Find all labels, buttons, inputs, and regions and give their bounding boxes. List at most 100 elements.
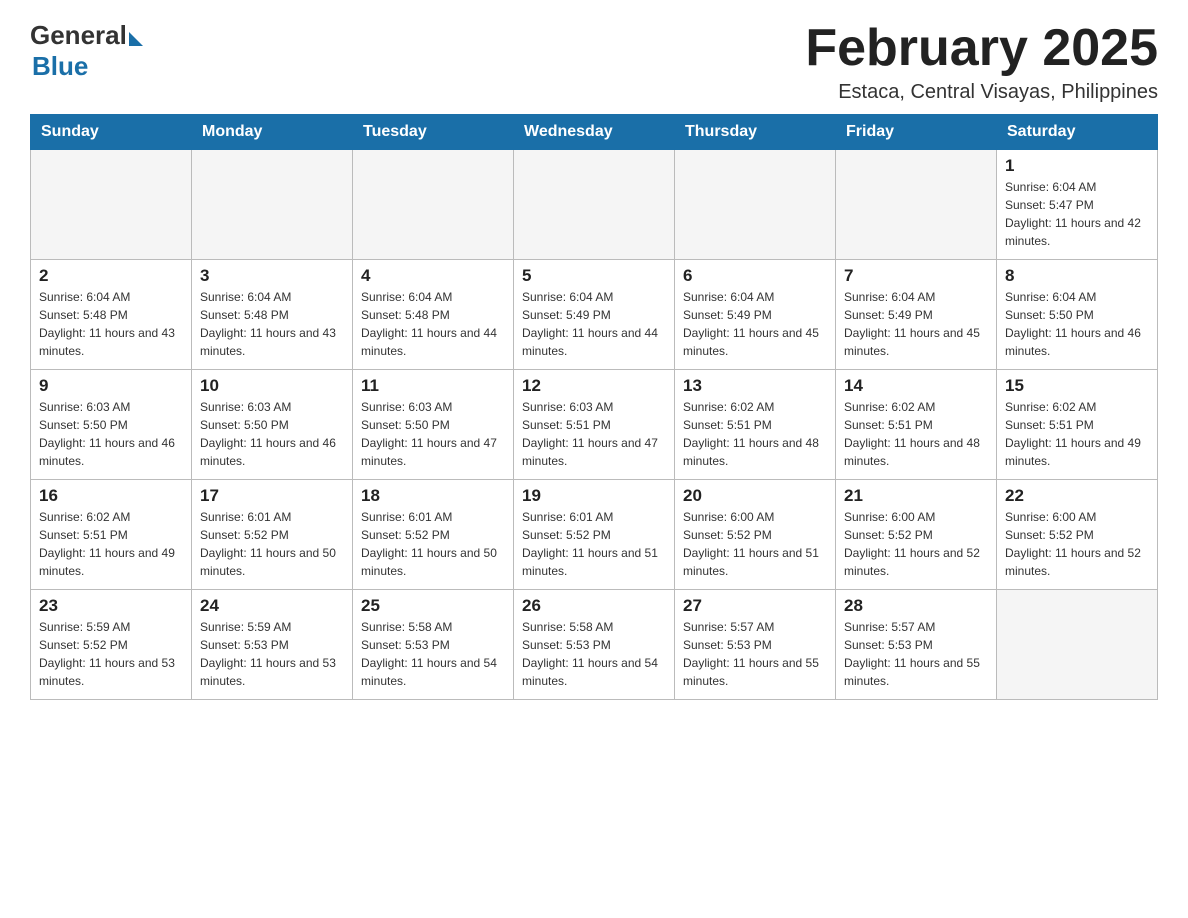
day-number: 9 <box>39 376 183 396</box>
calendar-cell: 21Sunrise: 6:00 AMSunset: 5:52 PMDayligh… <box>836 480 997 590</box>
day-number: 25 <box>361 596 505 616</box>
day-header-friday: Friday <box>836 115 997 150</box>
page-header: General Blue February 2025 Estaca, Centr… <box>30 20 1158 104</box>
calendar-header: SundayMondayTuesdayWednesdayThursdayFrid… <box>31 115 1158 150</box>
day-number: 28 <box>844 596 988 616</box>
day-info: Sunrise: 6:03 AMSunset: 5:50 PMDaylight:… <box>39 398 183 470</box>
day-number: 19 <box>522 486 666 506</box>
calendar-cell <box>675 150 836 260</box>
logo-group: General Blue <box>30 20 143 82</box>
day-info: Sunrise: 5:59 AMSunset: 5:53 PMDaylight:… <box>200 618 344 690</box>
calendar-cell: 8Sunrise: 6:04 AMSunset: 5:50 PMDaylight… <box>997 260 1158 370</box>
calendar-cell: 27Sunrise: 5:57 AMSunset: 5:53 PMDayligh… <box>675 590 836 700</box>
calendar-cell: 2Sunrise: 6:04 AMSunset: 5:48 PMDaylight… <box>31 260 192 370</box>
calendar-cell: 18Sunrise: 6:01 AMSunset: 5:52 PMDayligh… <box>353 480 514 590</box>
day-number: 21 <box>844 486 988 506</box>
calendar-cell: 25Sunrise: 5:58 AMSunset: 5:53 PMDayligh… <box>353 590 514 700</box>
day-number: 8 <box>1005 266 1149 286</box>
calendar-cell: 23Sunrise: 5:59 AMSunset: 5:52 PMDayligh… <box>31 590 192 700</box>
day-header-wednesday: Wednesday <box>514 115 675 150</box>
day-info: Sunrise: 6:01 AMSunset: 5:52 PMDaylight:… <box>200 508 344 580</box>
day-number: 13 <box>683 376 827 396</box>
calendar-cell <box>836 150 997 260</box>
day-header-monday: Monday <box>192 115 353 150</box>
day-number: 18 <box>361 486 505 506</box>
day-info: Sunrise: 6:04 AMSunset: 5:49 PMDaylight:… <box>683 288 827 360</box>
day-info: Sunrise: 5:57 AMSunset: 5:53 PMDaylight:… <box>844 618 988 690</box>
calendar-cell: 26Sunrise: 5:58 AMSunset: 5:53 PMDayligh… <box>514 590 675 700</box>
calendar-cell: 24Sunrise: 5:59 AMSunset: 5:53 PMDayligh… <box>192 590 353 700</box>
calendar-cell: 6Sunrise: 6:04 AMSunset: 5:49 PMDaylight… <box>675 260 836 370</box>
calendar-cell <box>192 150 353 260</box>
day-number: 20 <box>683 486 827 506</box>
calendar-cell: 5Sunrise: 6:04 AMSunset: 5:49 PMDaylight… <box>514 260 675 370</box>
day-number: 3 <box>200 266 344 286</box>
calendar-cell <box>997 590 1158 700</box>
day-info: Sunrise: 6:04 AMSunset: 5:48 PMDaylight:… <box>361 288 505 360</box>
day-number: 10 <box>200 376 344 396</box>
day-info: Sunrise: 6:04 AMSunset: 5:49 PMDaylight:… <box>522 288 666 360</box>
day-header-sunday: Sunday <box>31 115 192 150</box>
calendar-table: SundayMondayTuesdayWednesdayThursdayFrid… <box>30 114 1158 700</box>
day-number: 4 <box>361 266 505 286</box>
day-number: 17 <box>200 486 344 506</box>
day-info: Sunrise: 6:00 AMSunset: 5:52 PMDaylight:… <box>844 508 988 580</box>
day-number: 22 <box>1005 486 1149 506</box>
day-number: 16 <box>39 486 183 506</box>
calendar-cell: 7Sunrise: 6:04 AMSunset: 5:49 PMDaylight… <box>836 260 997 370</box>
calendar-title: February 2025 <box>805 20 1158 77</box>
calendar-cell <box>353 150 514 260</box>
day-number: 15 <box>1005 376 1149 396</box>
day-info: Sunrise: 6:03 AMSunset: 5:50 PMDaylight:… <box>361 398 505 470</box>
calendar-cell: 19Sunrise: 6:01 AMSunset: 5:52 PMDayligh… <box>514 480 675 590</box>
day-info: Sunrise: 6:00 AMSunset: 5:52 PMDaylight:… <box>683 508 827 580</box>
day-number: 7 <box>844 266 988 286</box>
calendar-cell: 16Sunrise: 6:02 AMSunset: 5:51 PMDayligh… <box>31 480 192 590</box>
calendar-cell: 9Sunrise: 6:03 AMSunset: 5:50 PMDaylight… <box>31 370 192 480</box>
calendar-cell <box>514 150 675 260</box>
calendar-cell: 13Sunrise: 6:02 AMSunset: 5:51 PMDayligh… <box>675 370 836 480</box>
calendar-cell: 20Sunrise: 6:00 AMSunset: 5:52 PMDayligh… <box>675 480 836 590</box>
calendar-cell: 4Sunrise: 6:04 AMSunset: 5:48 PMDaylight… <box>353 260 514 370</box>
days-header-row: SundayMondayTuesdayWednesdayThursdayFrid… <box>31 115 1158 150</box>
day-number: 11 <box>361 376 505 396</box>
calendar-week-row: 16Sunrise: 6:02 AMSunset: 5:51 PMDayligh… <box>31 480 1158 590</box>
calendar-cell: 11Sunrise: 6:03 AMSunset: 5:50 PMDayligh… <box>353 370 514 480</box>
day-info: Sunrise: 5:57 AMSunset: 5:53 PMDaylight:… <box>683 618 827 690</box>
day-info: Sunrise: 6:01 AMSunset: 5:52 PMDaylight:… <box>361 508 505 580</box>
day-info: Sunrise: 6:04 AMSunset: 5:50 PMDaylight:… <box>1005 288 1149 360</box>
calendar-cell: 10Sunrise: 6:03 AMSunset: 5:50 PMDayligh… <box>192 370 353 480</box>
day-number: 5 <box>522 266 666 286</box>
calendar-cell: 1Sunrise: 6:04 AMSunset: 5:47 PMDaylight… <box>997 150 1158 260</box>
calendar-week-row: 23Sunrise: 5:59 AMSunset: 5:52 PMDayligh… <box>31 590 1158 700</box>
day-number: 2 <box>39 266 183 286</box>
day-number: 24 <box>200 596 344 616</box>
day-info: Sunrise: 5:58 AMSunset: 5:53 PMDaylight:… <box>361 618 505 690</box>
logo: General Blue <box>30 20 143 82</box>
day-header-tuesday: Tuesday <box>353 115 514 150</box>
day-info: Sunrise: 6:02 AMSunset: 5:51 PMDaylight:… <box>844 398 988 470</box>
day-number: 1 <box>1005 156 1149 176</box>
day-header-saturday: Saturday <box>997 115 1158 150</box>
day-info: Sunrise: 5:59 AMSunset: 5:52 PMDaylight:… <box>39 618 183 690</box>
calendar-cell <box>31 150 192 260</box>
day-number: 26 <box>522 596 666 616</box>
day-info: Sunrise: 6:02 AMSunset: 5:51 PMDaylight:… <box>39 508 183 580</box>
calendar-subtitle: Estaca, Central Visayas, Philippines <box>805 81 1158 104</box>
day-number: 23 <box>39 596 183 616</box>
logo-blue-text: Blue <box>32 51 143 82</box>
logo-triangle-icon <box>129 32 143 46</box>
calendar-cell: 22Sunrise: 6:00 AMSunset: 5:52 PMDayligh… <box>997 480 1158 590</box>
day-number: 14 <box>844 376 988 396</box>
day-info: Sunrise: 5:58 AMSunset: 5:53 PMDaylight:… <box>522 618 666 690</box>
calendar-week-row: 2 Sunrise: 6:04 AMSunset: 5:48 PMDaylight… <box>31 260 1158 370</box>
calendar-body: 1Sunrise: 6:04 AMSunset: 5:47 PMDaylight… <box>31 150 1158 700</box>
calendar-cell: 28Sunrise: 5:57 AMSunset: 5:53 PMDayligh… <box>836 590 997 700</box>
day-info: Sunrise: 6:03 AMSunset: 5:51 PMDaylight:… <box>522 398 666 470</box>
calendar-cell: 17Sunrise: 6:01 AMSunset: 5:52 PMDayligh… <box>192 480 353 590</box>
calendar-week-row: 1Sunrise: 6:04 AMSunset: 5:47 PMDaylight… <box>31 150 1158 260</box>
logo-general-text: General <box>30 20 127 51</box>
calendar-week-row: 9Sunrise: 6:03 AMSunset: 5:50 PMDaylight… <box>31 370 1158 480</box>
day-number: 6 <box>683 266 827 286</box>
day-info: Sunrise: 6:04 AMSunset: 5:48 PMDaylight:… <box>200 288 344 360</box>
